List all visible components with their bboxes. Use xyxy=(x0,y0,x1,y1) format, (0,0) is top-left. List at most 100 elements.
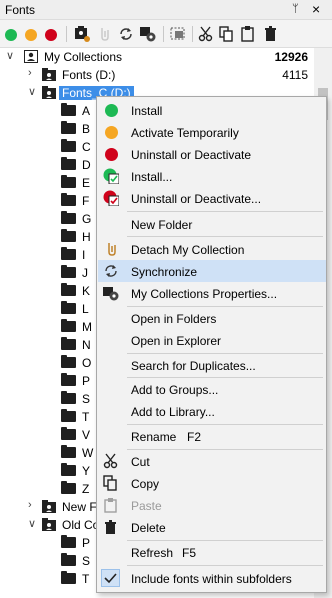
tree-label: Old Co xyxy=(62,518,100,532)
activate-temporarily-button[interactable] xyxy=(22,25,40,43)
collapse-chevron-icon[interactable]: ∨ xyxy=(6,49,18,63)
collection-properties-icon xyxy=(75,26,90,42)
cut-button[interactable] xyxy=(197,25,215,43)
synchronize-icon xyxy=(103,263,119,279)
add-to-groups-icon xyxy=(170,27,185,40)
menu-item-rename[interactable]: Rename F2 xyxy=(98,425,326,447)
tree-label: N xyxy=(82,338,91,352)
pin-icon[interactable]: ᛘ xyxy=(292,3,299,15)
menu-item-collection-properties[interactable]: My Collections Properties... xyxy=(98,282,326,304)
menu-item-cut[interactable]: Cut xyxy=(98,450,326,472)
panel-title: Fonts xyxy=(5,3,36,17)
menu-item-search-duplicates[interactable]: Search for Duplicates... xyxy=(98,354,326,376)
menu-item-uninstall-dialog[interactable]: Uninstall or Deactivate... xyxy=(98,187,326,209)
menu-item-label: Rename xyxy=(131,430,177,444)
tree-row-fonts-d[interactable]: › Fonts (D:) 4115 xyxy=(0,66,314,84)
orange-dot-icon xyxy=(103,124,119,140)
synchronize-button[interactable] xyxy=(117,25,135,43)
folder-icon xyxy=(61,571,76,584)
folder-icon xyxy=(61,175,76,188)
settings-button[interactable] xyxy=(139,25,157,43)
collection-properties-button[interactable] xyxy=(73,25,91,43)
menu-item-delete[interactable]: Delete xyxy=(98,516,326,538)
menu-item-refresh[interactable]: Refresh F5 xyxy=(98,541,326,563)
deactivate-button[interactable] xyxy=(42,25,60,43)
tree-row-my-collections[interactable]: ∨ My Collections 12926 xyxy=(0,48,314,66)
folder-icon xyxy=(61,337,76,350)
menu-item-install[interactable]: Install xyxy=(98,99,326,121)
menu-item-add-to-groups[interactable]: Add to Groups... xyxy=(98,378,326,400)
menu-item-include-subfolders[interactable]: Include fonts within subfolders xyxy=(98,567,326,589)
folder-icon xyxy=(61,391,76,404)
tree-label: New F xyxy=(62,500,97,514)
menu-item-open-in-explorer[interactable]: Open in Explorer xyxy=(98,329,326,351)
menu-separator xyxy=(127,211,323,212)
green-dot-icon xyxy=(103,102,119,118)
menu-item-label: Add to Groups... xyxy=(131,383,219,397)
close-icon[interactable]: × xyxy=(312,1,320,17)
orange-dot-icon xyxy=(25,29,37,41)
toolbar-separator xyxy=(66,26,67,42)
tree-label: P xyxy=(82,374,91,388)
menu-item-label: Include fonts within subfolders xyxy=(131,572,292,586)
checkmark-icon xyxy=(101,569,120,587)
folder-icon xyxy=(61,247,76,260)
tree-label: J xyxy=(82,266,88,280)
delete-icon xyxy=(265,26,276,41)
folder-icon xyxy=(61,481,76,494)
menu-item-label: Open in Folders xyxy=(131,312,217,326)
menu-item-label: Install... xyxy=(131,170,173,184)
menu-item-copy[interactable]: Copy xyxy=(98,472,326,494)
menu-item-label: Paste xyxy=(131,499,162,513)
menu-item-label: New Folder xyxy=(131,218,193,232)
copy-button[interactable] xyxy=(218,25,236,43)
cut-icon xyxy=(198,26,213,42)
delete-button[interactable] xyxy=(262,25,280,43)
tree-label: H xyxy=(82,230,91,244)
tree-label: L xyxy=(82,302,89,316)
detach-collection-icon xyxy=(101,28,109,41)
tree-label: D xyxy=(82,158,91,172)
panel-title-bar: Fonts ᛘ × xyxy=(0,0,332,20)
expand-chevron-icon[interactable]: › xyxy=(28,499,40,513)
copy-icon xyxy=(103,475,119,491)
folder-icon xyxy=(61,373,76,386)
toolbar-separator xyxy=(163,26,164,42)
menu-item-label: Add to Library... xyxy=(131,405,215,419)
menu-item-detach-collection[interactable]: Detach My Collection xyxy=(98,238,326,260)
install-check-icon xyxy=(103,168,120,185)
menu-item-synchronize[interactable]: Synchronize xyxy=(98,260,326,282)
detach-icon xyxy=(103,241,119,257)
collapse-chevron-icon[interactable]: ∨ xyxy=(28,517,40,531)
menu-item-install-dialog[interactable]: Install... xyxy=(98,165,326,187)
folder-icon xyxy=(61,211,76,224)
add-to-groups-button[interactable] xyxy=(169,25,187,43)
menu-item-label: Synchronize xyxy=(131,265,198,279)
toolbar xyxy=(0,20,332,48)
menu-item-uninstall[interactable]: Uninstall or Deactivate xyxy=(98,143,326,165)
paste-icon xyxy=(241,26,254,42)
tree-label: W xyxy=(82,446,94,460)
folder-icon xyxy=(61,193,76,206)
menu-item-open-in-folders[interactable]: Open in Folders xyxy=(98,307,326,329)
detach-collection-button[interactable] xyxy=(95,25,113,43)
menu-item-new-folder[interactable]: New Folder xyxy=(98,213,326,235)
tree-label: S xyxy=(82,554,91,568)
collapse-chevron-icon[interactable]: ∨ xyxy=(28,85,40,99)
folder-icon xyxy=(61,229,76,242)
tree-label: I xyxy=(82,248,86,262)
expand-chevron-icon[interactable]: › xyxy=(28,67,40,81)
menu-item-add-to-library[interactable]: Add to Library... xyxy=(98,400,326,422)
menu-item-label: Open in Explorer xyxy=(131,334,222,348)
tree-label: V xyxy=(82,428,91,442)
menu-item-activate-temporarily[interactable]: Activate Temporarily xyxy=(98,121,326,143)
paste-button[interactable] xyxy=(239,25,257,43)
activate-button[interactable] xyxy=(2,25,20,43)
menu-item-label: Uninstall or Deactivate... xyxy=(131,192,262,206)
tree-label: A xyxy=(82,104,91,118)
folder-icon xyxy=(61,553,76,566)
folder-icon xyxy=(61,283,76,296)
menu-separator xyxy=(127,565,323,566)
folder-icon xyxy=(61,445,76,458)
folder-icon xyxy=(61,103,76,116)
